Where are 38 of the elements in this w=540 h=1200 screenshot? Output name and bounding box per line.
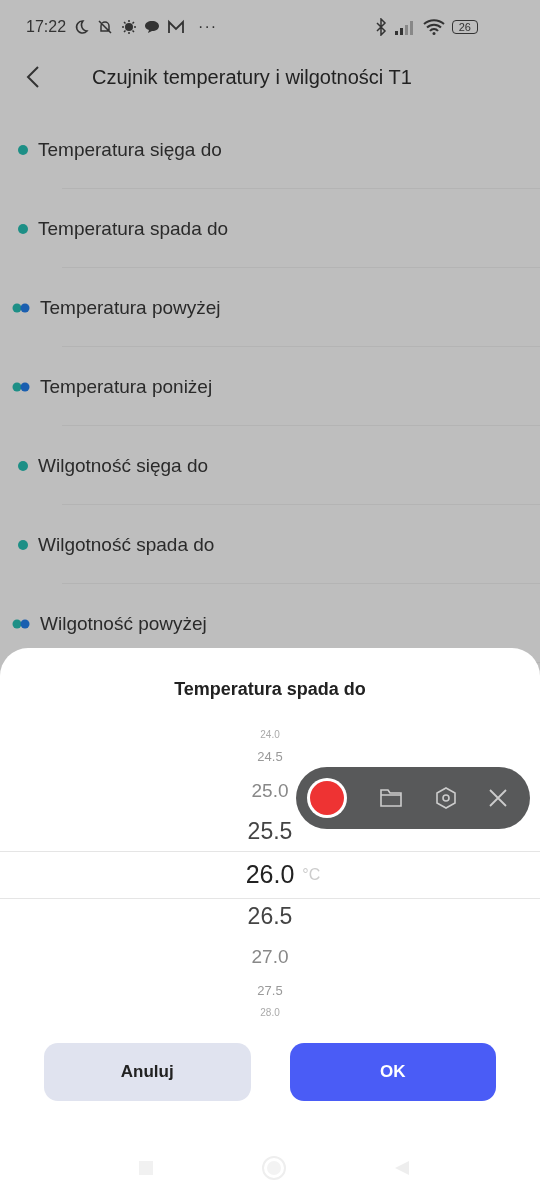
condition-item[interactable]: Wilgotność spada do (38, 533, 215, 556)
page-title: Czujnik temperatury i wilgotności T1 (92, 65, 412, 89)
condition-item[interactable]: Temperatura powyżej (40, 296, 221, 319)
wifi-icon (422, 19, 445, 35)
condition-item[interactable]: Temperatura spada do (38, 217, 229, 240)
dot-icon (18, 460, 28, 471)
picker-value[interactable]: 25.5 (247, 811, 293, 852)
picker-value[interactable]: 26.5 (247, 896, 293, 937)
moon-icon (73, 19, 90, 35)
folder-icon[interactable] (379, 787, 404, 809)
record-button[interactable] (305, 776, 349, 820)
clock: 17:22 (26, 18, 67, 36)
mail-icon (167, 19, 186, 35)
ok-button[interactable]: OK (289, 1043, 496, 1101)
back-icon[interactable] (26, 65, 40, 89)
condition-item[interactable]: Wilgotność sięga do (38, 454, 209, 477)
condition-item[interactable]: Temperatura sięga do (38, 138, 222, 161)
double-dot-icon (12, 381, 32, 392)
more-indicator: ··· (198, 18, 218, 36)
condition-item[interactable]: Temperatura poniżej (40, 375, 213, 398)
chat-icon (144, 19, 161, 35)
picker-value[interactable]: 25.0 (251, 771, 289, 811)
sun-icon (121, 19, 138, 35)
bluetooth-icon (374, 18, 387, 36)
cancel-button[interactable]: Anuluj (44, 1043, 251, 1101)
close-icon[interactable] (488, 788, 508, 808)
double-dot-icon (12, 618, 32, 629)
settings-icon[interactable] (433, 786, 458, 810)
signal-icon (393, 19, 416, 35)
dot-icon (18, 223, 28, 234)
sheet-title: Temperatura spada do (173, 679, 367, 701)
dot-icon (18, 539, 28, 550)
battery-indicator: 26 (451, 20, 478, 34)
dot-icon (18, 144, 28, 155)
double-dot-icon (12, 302, 32, 313)
picker-value[interactable]: 26.0 (245, 852, 295, 896)
picker-value[interactable]: 27.0 (251, 937, 289, 977)
condition-item[interactable]: Wilgotność powyżej (40, 612, 207, 635)
